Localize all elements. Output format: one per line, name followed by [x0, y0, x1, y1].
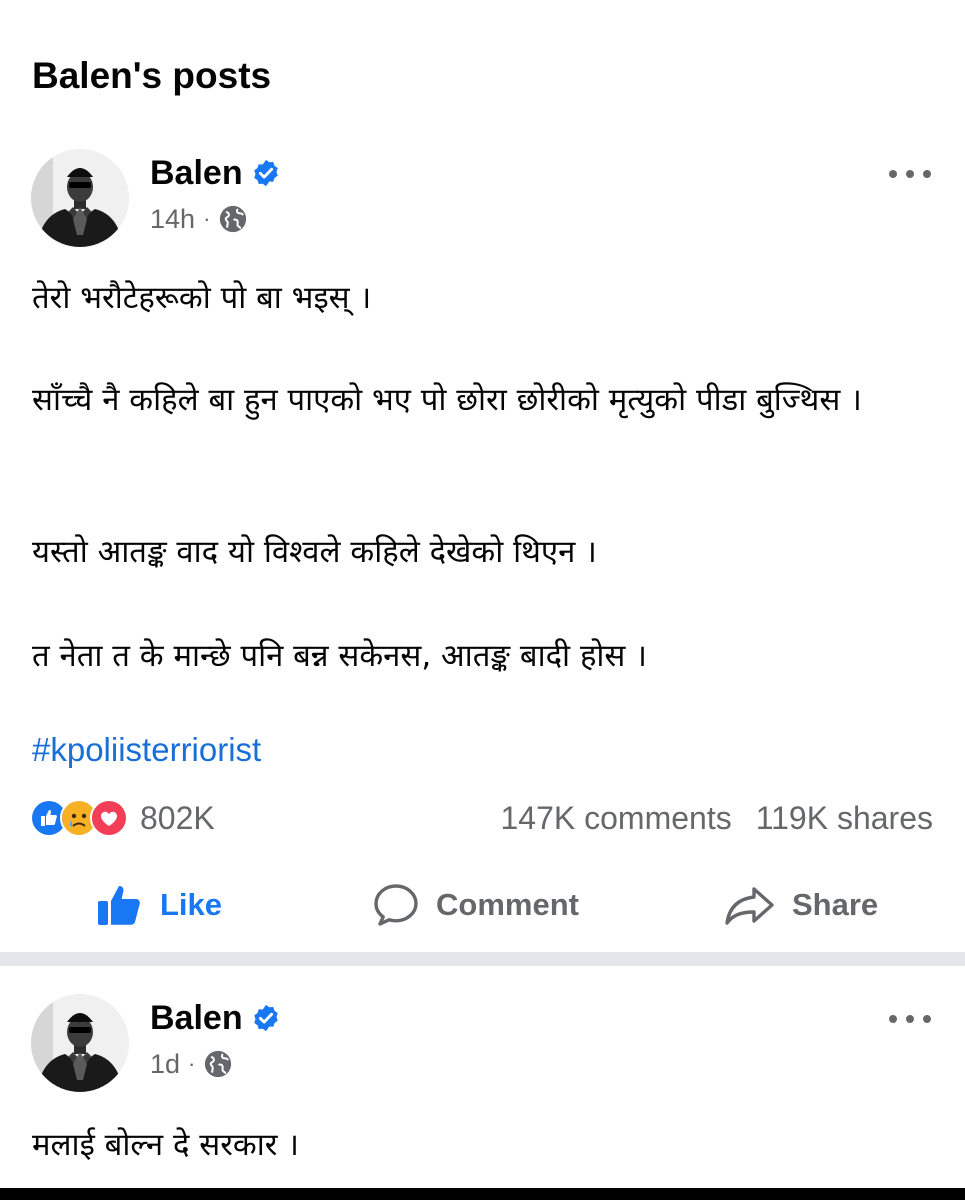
post-time[interactable]: 14h	[150, 204, 195, 235]
thumbs-up-icon	[96, 881, 144, 929]
post-paragraph: साँच्चै नै कहिले बा हुन पाएको भए पो छोरा…	[32, 382, 862, 418]
like-button[interactable]: Like	[96, 875, 222, 935]
reaction-count[interactable]: 802K	[140, 800, 215, 837]
more-options-icon[interactable]	[889, 159, 931, 189]
post-paragraph: तेरो भरौटेहरूको पो बा भइस् ।	[32, 280, 372, 316]
comments-count[interactable]: 147K comments	[500, 800, 731, 836]
avatar[interactable]	[31, 994, 129, 1092]
hashtag-link[interactable]: #kpoliisterriorist	[32, 723, 925, 777]
comment-label: Comment	[436, 887, 579, 922]
share-button[interactable]: Share	[724, 875, 878, 935]
verified-badge-icon	[251, 1003, 281, 1033]
globe-icon	[218, 204, 248, 234]
meta-separator: ·	[188, 1051, 196, 1076]
post-time[interactable]: 1d	[150, 1049, 180, 1080]
more-options-icon[interactable]	[889, 1004, 931, 1034]
post-paragraph: त नेता त के मान्छे पनि बन्न सकेनस, आतङ्क…	[32, 638, 647, 674]
post-actions: Like Comment Share	[0, 875, 965, 935]
like-label: Like	[160, 887, 223, 922]
share-arrow-icon	[724, 881, 776, 929]
love-reaction-icon	[90, 799, 128, 837]
shares-count[interactable]: 119K shares	[756, 800, 933, 836]
meta-separator: ·	[203, 206, 211, 231]
comment-button[interactable]: Comment	[372, 875, 579, 935]
avatar[interactable]	[31, 149, 129, 247]
comment-bubble-icon	[372, 881, 420, 929]
post-paragraph: मलाई बोल्न दे सरकार ।	[32, 1127, 300, 1163]
author-name[interactable]: Balen	[150, 151, 243, 195]
verified-badge-icon	[251, 158, 281, 188]
page-title: Balen's posts	[32, 55, 272, 96]
reaction-icons[interactable]	[30, 799, 128, 837]
share-label: Share	[792, 887, 879, 922]
bottom-edge-bar	[0, 1188, 965, 1200]
globe-icon	[203, 1049, 233, 1079]
post-divider	[0, 952, 965, 966]
reactions-summary: 802K 147K comments 119K shares	[30, 793, 933, 843]
post-paragraph: यस्तो आतङ्क वाद यो विश्वले कहिले देखेको …	[32, 534, 597, 570]
author-name[interactable]: Balen	[150, 996, 243, 1040]
